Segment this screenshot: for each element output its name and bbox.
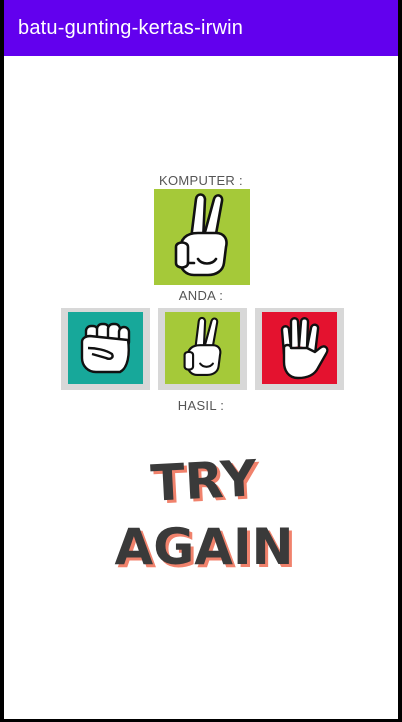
paper-tile [262, 312, 337, 384]
scissors-tile [165, 312, 240, 384]
try-again-result-graphic: TRY TRY AGAIN AGAIN [115, 449, 297, 579]
peace-hand-icon [183, 316, 221, 376]
app-bar: batu-gunting-kertas-irwin [4, 0, 398, 56]
player-label: ANDA : [178, 288, 224, 303]
computer-choice-tile [154, 189, 250, 285]
result-line1: TRY [149, 449, 259, 513]
app-window: batu-gunting-kertas-irwin KOMPUTER : AND… [0, 0, 402, 722]
open-hand-icon [280, 317, 329, 380]
rock-button[interactable] [61, 308, 150, 390]
rock-tile [68, 312, 143, 384]
result-label: HASIL : [177, 398, 225, 413]
app-title: batu-gunting-kertas-irwin [18, 16, 244, 39]
scissors-button[interactable] [158, 308, 247, 390]
computer-label: KOMPUTER : [159, 173, 243, 188]
result-line2: AGAIN [115, 518, 294, 576]
paper-button[interactable] [255, 308, 344, 390]
peace-hand-icon [174, 193, 228, 277]
fist-icon [80, 322, 130, 374]
